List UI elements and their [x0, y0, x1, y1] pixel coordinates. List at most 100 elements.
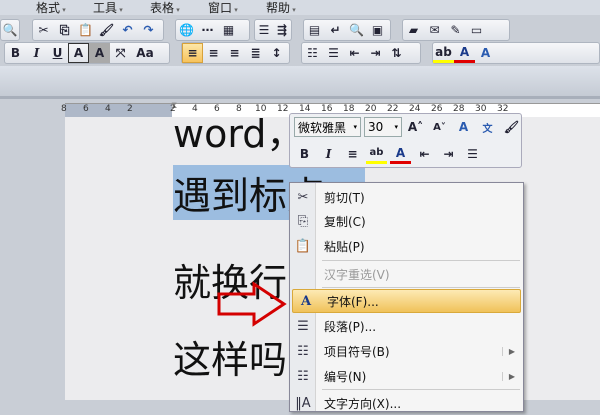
menu-item-text-direction[interactable]: ‖A 文字方向(X)... — [290, 391, 523, 415]
sort-icon[interactable]: ⇅ — [386, 43, 407, 63]
line-spacing-icon[interactable]: ↕ — [266, 43, 287, 63]
increase-indent-icon[interactable]: ⇥ — [365, 43, 386, 63]
table-icon[interactable]: ▦ — [218, 20, 239, 40]
menu-item-label: 编号(N) — [324, 369, 367, 384]
bullets-icon: ☷ — [297, 343, 309, 359]
char-shading-button[interactable]: A — [89, 43, 110, 63]
menu-item-cut[interactable]: ✂ 剪切(T) — [290, 185, 523, 209]
alignment-toolbar: ≡ ≡ ≡ ≣ ↕ — [181, 42, 290, 64]
align-left-icon[interactable]: ≡ — [182, 43, 203, 63]
envelope-icon[interactable]: ✉ — [424, 20, 445, 40]
zoom-icon[interactable]: 🔍 — [346, 20, 367, 40]
paste-icon: 📋 — [294, 238, 312, 254]
menu-item-bullets[interactable]: ☷ 项目符号(B) ▶ — [290, 339, 523, 363]
menu-item-font[interactable]: A 字体(F)... — [292, 289, 521, 313]
menu-item-copy[interactable]: ⎘ 复制(C) — [290, 209, 523, 233]
font-icon: A — [300, 293, 312, 309]
font-name-combo[interactable]: 微软雅黑 ▾ — [294, 117, 361, 137]
menu-item-reconvert: 汉字重选(V) — [290, 262, 523, 286]
borders-icon[interactable]: ⋯ — [197, 20, 218, 40]
separator — [322, 287, 520, 288]
bold-button[interactable]: B — [5, 43, 26, 63]
bullets-icon[interactable]: ☰ — [323, 43, 344, 63]
text-effects-icon[interactable]: A — [475, 43, 496, 63]
menu-item-paragraph[interactable]: ☰ 段落(P)... — [290, 314, 523, 338]
shrink-font-icon[interactable]: A˅ — [429, 117, 450, 137]
menu-item-label: 汉字重选(V) — [324, 267, 390, 282]
doc-line-4[interactable]: 这样吗 — [173, 329, 287, 384]
undo-icon[interactable]: ↶ — [117, 20, 138, 40]
copy-icon[interactable]: ⎘ — [54, 20, 75, 40]
menu-item-paste[interactable]: 📋 粘贴(P) — [290, 234, 523, 258]
ruler-tick: 4 — [105, 104, 111, 114]
menu-window[interactable]: 窗口 — [208, 0, 238, 16]
hyperlink-icon[interactable]: 🌐 — [176, 20, 197, 40]
fullscreen-icon[interactable]: ▣ — [367, 20, 388, 40]
menu-item-label: 字体(F)... — [327, 294, 379, 309]
separator — [322, 260, 520, 261]
bullets-icon[interactable]: ☰ — [462, 144, 483, 164]
numbering-icon[interactable]: ☷ — [302, 43, 323, 63]
show-marks-icon[interactable]: ↵ — [325, 20, 346, 40]
char-border-button[interactable]: A — [68, 43, 89, 63]
shapes-icon[interactable]: ▰ — [403, 20, 424, 40]
menu-item-label: 段落(P)... — [324, 319, 377, 334]
doc-map-icon[interactable]: ▤ — [304, 20, 325, 40]
menu-help[interactable]: 帮助 — [266, 0, 296, 16]
menu-format[interactable]: 格式 — [36, 0, 66, 16]
menu-item-label: 项目符号(B) — [324, 344, 390, 359]
italic-button[interactable]: I — [26, 43, 47, 63]
mini-bold-button[interactable]: B — [294, 144, 315, 164]
increase-indent-icon[interactable]: ⇥ — [438, 144, 459, 164]
mini-italic-button[interactable]: I — [318, 144, 339, 164]
numbering-icon: ☷ — [297, 368, 309, 384]
align-center-icon[interactable]: ≡ — [224, 43, 245, 63]
grow-font-icon[interactable]: A˄ — [405, 117, 426, 137]
divider — [0, 96, 600, 99]
decrease-indent-icon[interactable]: ⇤ — [414, 144, 435, 164]
underline-button[interactable]: U — [47, 43, 68, 63]
cut-icon[interactable]: ✂ — [33, 20, 54, 40]
center-icon[interactable]: ≡ — [342, 144, 363, 164]
font-size-value: 30 — [368, 120, 384, 134]
print-preview-icon[interactable]: 🔍 — [1, 20, 19, 40]
highlight-icon[interactable]: ab — [366, 144, 387, 164]
phonetic-guide-icon[interactable]: 文 — [477, 117, 498, 137]
mini-toolbar: 微软雅黑 ▾ 30 ▾ A˄ A˅ A 文 🖌 B I ≡ ab A ⇤ ⇥ ☰ — [289, 113, 522, 168]
char-scale-icon[interactable]: ⤧ — [110, 43, 131, 63]
highlight-icon[interactable]: ab — [433, 43, 454, 63]
distributed-icon[interactable]: ≣ — [245, 43, 266, 63]
columns-icon[interactable]: ☰ — [255, 20, 273, 40]
change-case-button[interactable]: Aa — [131, 43, 159, 63]
font-format-toolbar: B I U A A ⤧ Aa — [4, 42, 170, 64]
red-arrow-annotation — [217, 281, 287, 327]
font-color-icon[interactable]: A — [454, 43, 475, 63]
menu-item-label: 文字方向(X)... — [324, 396, 402, 411]
edit-toolbar: ✂ ⎘ 📋 🖌 ↶ ↷ — [32, 19, 164, 41]
scissors-icon: ✂ — [297, 189, 309, 205]
paste-icon[interactable]: 📋 — [75, 20, 96, 40]
justify-icon[interactable]: ≡ — [203, 43, 224, 63]
doc-line-1[interactable]: word， — [173, 103, 304, 158]
decrease-indent-icon[interactable]: ⇤ — [344, 43, 365, 63]
copy-icon: ⎘ — [297, 213, 309, 229]
format-painter-icon[interactable]: 🖌 — [96, 20, 117, 40]
field-icon[interactable]: ▭ — [466, 20, 487, 40]
menu-table[interactable]: 表格 — [150, 0, 180, 16]
menu-item-numbering[interactable]: ☷ 编号(N) ▶ — [290, 364, 523, 388]
track-changes-icon[interactable]: ✎ — [445, 20, 466, 40]
view-toolbar: ▤ ↵ 🔍 ▣ — [303, 19, 391, 41]
format-painter-icon[interactable]: 🖌 — [501, 117, 522, 137]
text-direction-icon[interactable]: ⇶ — [273, 20, 291, 40]
redo-icon[interactable]: ↷ — [138, 20, 159, 40]
submenu-arrow-icon: ▶ — [501, 371, 515, 381]
font-name-value: 微软雅黑 — [298, 120, 347, 135]
menu-item-label: 复制(C) — [324, 214, 366, 229]
menu-tools[interactable]: 工具 — [93, 0, 123, 16]
font-size-combo[interactable]: 30 ▾ — [364, 117, 402, 137]
font-color-icon[interactable]: A — [390, 144, 411, 164]
menu-item-label: 剪切(T) — [324, 190, 365, 205]
columns-toolbar: ☰ ⇶ — [254, 19, 292, 41]
text-effects-icon[interactable]: A — [453, 117, 474, 137]
text-direction-icon: ‖A — [295, 395, 311, 411]
